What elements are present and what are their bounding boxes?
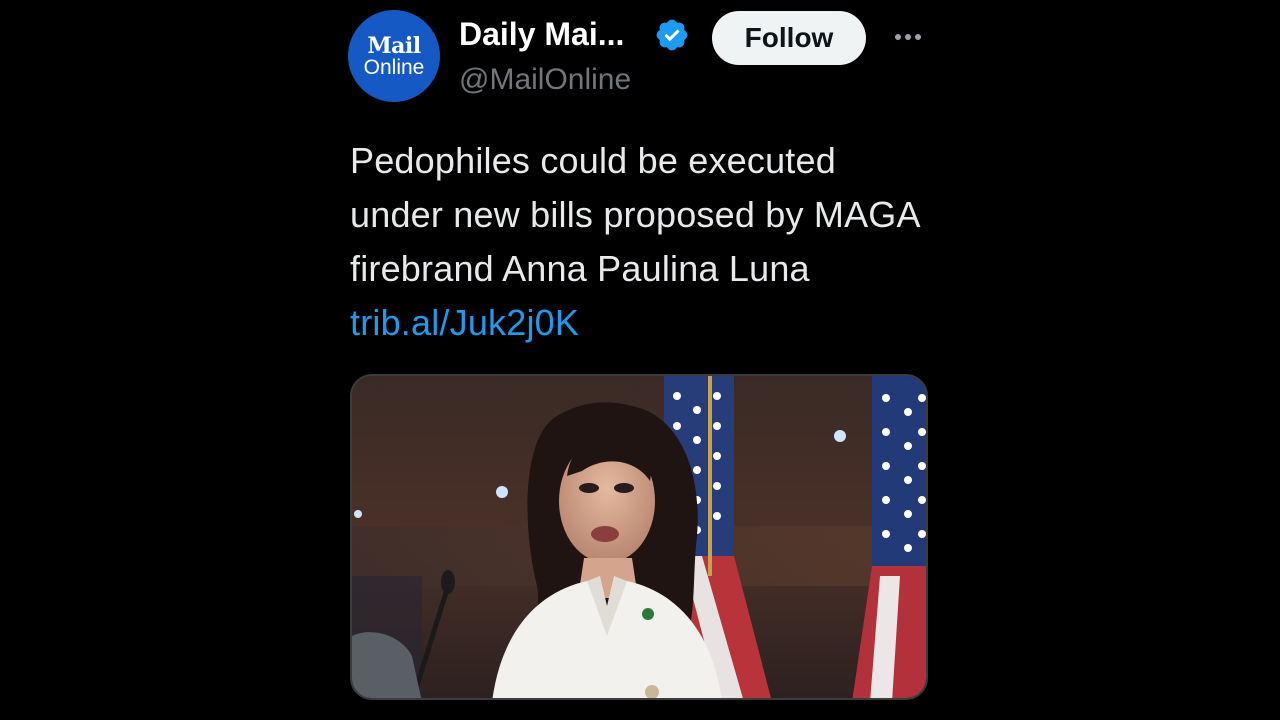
display-name[interactable]: Daily Mai... — [459, 14, 624, 54]
photo-image — [352, 376, 926, 698]
follow-button[interactable]: Follow — [712, 11, 866, 65]
tweet-card: Mail Online Daily Mai... @MailOnline Fol… — [348, 0, 930, 720]
dot — [895, 34, 901, 40]
tweet-media-photo[interactable] — [350, 374, 928, 700]
user-handle[interactable]: @MailOnline — [459, 60, 631, 100]
more-options-icon[interactable] — [888, 24, 928, 50]
dot — [915, 34, 921, 40]
avatar-brand-line2: Online — [363, 56, 425, 79]
tweet-body: Pedophiles could be executed under new b… — [350, 140, 919, 289]
avatar-brand-line1: Mail — [367, 33, 421, 59]
avatar[interactable]: Mail Online — [348, 10, 440, 102]
tweet-text: Pedophiles could be executed under new b… — [350, 134, 920, 350]
dot — [905, 34, 911, 40]
verified-badge-icon — [656, 19, 688, 51]
tweet-link[interactable]: trib.al/Juk2j0K — [350, 302, 579, 343]
